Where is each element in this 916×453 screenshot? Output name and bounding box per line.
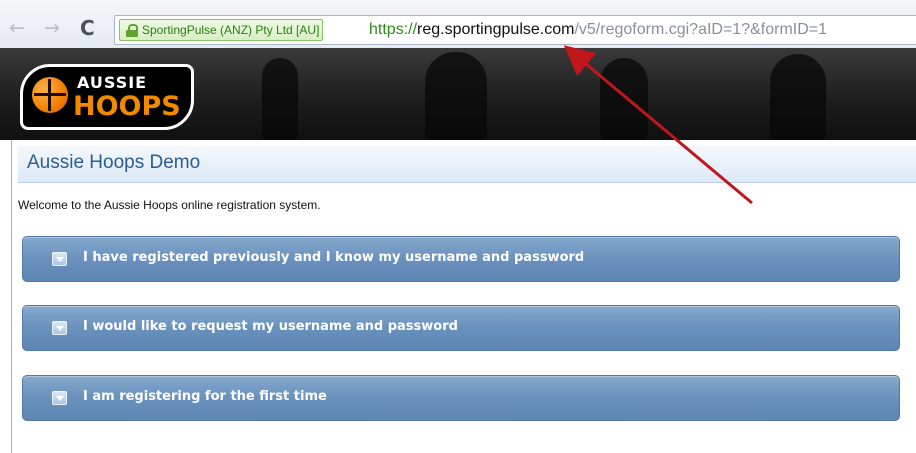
annotation-arrow bbox=[563, 45, 753, 205]
